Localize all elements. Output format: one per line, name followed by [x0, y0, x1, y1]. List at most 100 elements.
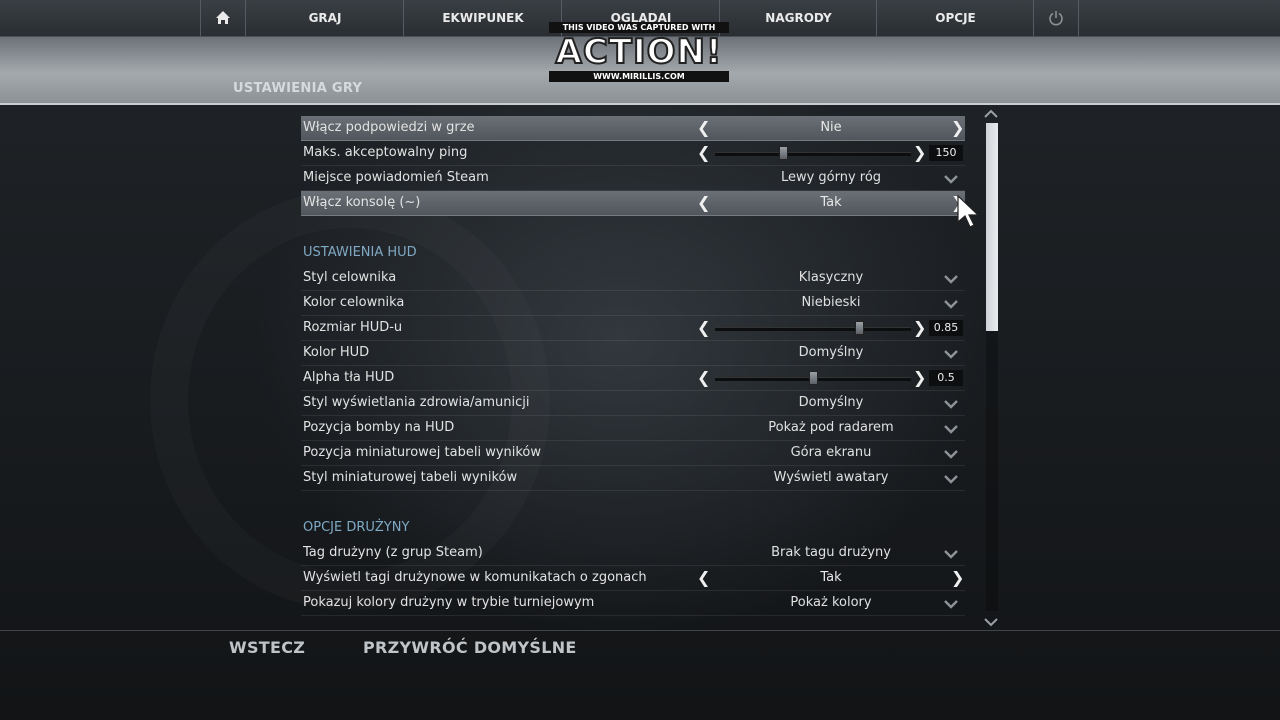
chevron-up-icon — [984, 109, 998, 118]
dropdown-value[interactable]: Brak tagu drużyny — [721, 541, 941, 565]
section-title-team: OPCJE DRUŻYNY — [303, 520, 410, 535]
chevron-down-icon — [944, 600, 958, 609]
setting-row: Styl miniaturowej tabeli wyników Wyświetl… — [301, 466, 965, 491]
setting-label: Styl wyświetlania zdrowia/amunicji — [303, 395, 530, 410]
slider-increase-button[interactable]: ❯ — [913, 141, 926, 165]
setting-label: Styl celownika — [303, 270, 397, 285]
scroll-down-button[interactable] — [982, 614, 1000, 628]
dropdown-toggle[interactable] — [943, 395, 959, 411]
setting-label: Alpha tła HUD — [303, 370, 395, 385]
capture-watermark: THIS VIDEO WAS CAPTURED WITH ACTION! WWW… — [549, 22, 729, 86]
chevron-down-icon — [944, 300, 958, 309]
setting-label: Rozmiar HUD-u — [303, 320, 403, 335]
dropdown-value[interactable]: Góra ekranu — [721, 441, 941, 465]
chevron-down-icon — [944, 175, 958, 184]
setting-label: Kolor HUD — [303, 345, 370, 360]
scrollbar-track[interactable] — [986, 123, 998, 611]
dropdown-toggle[interactable] — [943, 445, 959, 461]
home-button[interactable] — [200, 0, 245, 36]
arrow-left-button[interactable]: ❮ — [697, 566, 710, 590]
dropdown-toggle[interactable] — [943, 295, 959, 311]
setting-value: Tak — [820, 570, 842, 585]
dropdown-toggle[interactable] — [943, 420, 959, 436]
footer-divider — [0, 630, 1280, 631]
setting-row: Włącz konsolę (~)❮Tak❯ — [301, 191, 965, 216]
dropdown-toggle[interactable] — [943, 270, 959, 286]
chevron-down-icon — [944, 550, 958, 559]
nav-opcje[interactable]: OPCJE — [876, 0, 1034, 36]
setting-label: Styl miniaturowej tabeli wyników — [303, 470, 518, 485]
arrow-right-button[interactable]: ❯ — [951, 566, 964, 590]
arrow-left-button[interactable]: ❮ — [697, 116, 710, 140]
nav-ekwipunek[interactable]: EKWIPUNEK — [403, 0, 562, 36]
slider-decrease-button[interactable]: ❮ — [697, 316, 710, 340]
watermark-url: WWW.MIRILLIS.COM — [549, 71, 729, 82]
setting-label: Pokazuj kolory drużyny w trybie turniejo… — [303, 595, 595, 610]
setting-label: Miejsce powiadomień Steam — [303, 170, 489, 185]
setting-row: Styl celownika Klasyczny — [301, 266, 965, 291]
slider-thumb[interactable] — [855, 321, 865, 335]
nav-graj[interactable]: GRAJ — [245, 0, 404, 36]
slider-value: 0.85 — [929, 320, 963, 336]
slider-track[interactable] — [715, 152, 911, 156]
slider-decrease-button[interactable]: ❮ — [697, 366, 710, 390]
setting-label: Maks. akceptowalny ping — [303, 145, 468, 160]
setting-row: Pozycja miniaturowej tabeli wyników Góra … — [301, 441, 965, 466]
arrow-left-button[interactable]: ❮ — [697, 191, 710, 215]
dropdown-value[interactable]: Lewy górny róg — [721, 166, 941, 190]
slider-value: 0.5 — [929, 370, 963, 386]
dropdown-value[interactable]: Domyślny — [721, 341, 941, 365]
nav-nagrody[interactable]: NAGRODY — [719, 0, 877, 36]
slider-thumb[interactable] — [808, 371, 818, 385]
slider-increase-button[interactable]: ❯ — [913, 366, 926, 390]
watermark-logo-text: ACTION! — [555, 32, 723, 72]
scrollbar-thumb[interactable] — [986, 123, 998, 331]
setting-label: Włącz podpowiedzi w grze — [303, 120, 475, 135]
dropdown-value[interactable]: Klasyczny — [721, 266, 941, 290]
setting-row: Tag drużyny (z grup Steam) Brak tagu druż… — [301, 541, 965, 566]
chevron-down-icon — [984, 618, 998, 627]
dropdown-value[interactable]: Wyświetl awatary — [721, 466, 941, 490]
setting-row: Wyświetl tagi drużynowe w komunikatach o… — [301, 566, 965, 591]
setting-label: Włącz konsolę (~) — [303, 195, 421, 210]
power-icon — [1049, 11, 1063, 26]
setting-row: Kolor HUD Domyślny — [301, 341, 965, 366]
section-title-hud: USTAWIENIA HUD — [303, 245, 417, 260]
slider-track[interactable] — [715, 327, 911, 331]
dropdown-value[interactable]: Pokaż kolory — [721, 591, 941, 615]
home-icon — [216, 11, 230, 24]
restore-defaults-button[interactable]: PRZYWRÓĆ DOMYŚLNE — [363, 637, 577, 659]
arrow-right-button[interactable]: ❯ — [951, 116, 964, 140]
dropdown-value[interactable]: Pokaż pod radarem — [721, 416, 941, 440]
dropdown-toggle[interactable] — [943, 595, 959, 611]
slider-value: 150 — [929, 145, 963, 161]
setting-label: Pozycja miniaturowej tabeli wyników — [303, 445, 542, 460]
scroll-up-button[interactable] — [982, 106, 1000, 120]
dropdown-toggle[interactable] — [943, 470, 959, 486]
setting-row: Pozycja bomby na HUD Pokaż pod radarem — [301, 416, 965, 441]
dropdown-toggle[interactable] — [943, 170, 959, 186]
setting-row: Maks. akceptowalny ping ❮ ❯ 150 — [301, 141, 965, 166]
setting-value: Tak — [820, 195, 842, 210]
setting-label: Wyświetl tagi drużynowe w komunikatach o… — [303, 570, 647, 585]
slider-thumb[interactable] — [778, 146, 788, 160]
chevron-down-icon — [944, 425, 958, 434]
power-button[interactable] — [1033, 0, 1079, 36]
setting-row: Kolor celownika Niebieski — [301, 291, 965, 316]
setting-label: Pozycja bomby na HUD — [303, 420, 455, 435]
slider-decrease-button[interactable]: ❮ — [697, 141, 710, 165]
dropdown-value[interactable]: Niebieski — [721, 291, 941, 315]
chevron-down-icon — [944, 450, 958, 459]
back-button[interactable]: WSTECZ — [229, 637, 305, 659]
chevron-down-icon — [944, 400, 958, 409]
dropdown-toggle[interactable] — [943, 545, 959, 561]
setting-row: Styl wyświetlania zdrowia/amunicji Domyśl… — [301, 391, 965, 416]
dropdown-value[interactable]: Domyślny — [721, 391, 941, 415]
setting-row: Rozmiar HUD-u ❮ ❯ 0.85 — [301, 316, 965, 341]
setting-row: Alpha tła HUD ❮ ❯ 0.5 — [301, 366, 965, 391]
dropdown-toggle[interactable] — [943, 345, 959, 361]
setting-label: Tag drużyny (z grup Steam) — [303, 545, 483, 560]
mouse-cursor-icon — [957, 194, 980, 228]
chevron-down-icon — [944, 275, 958, 284]
slider-increase-button[interactable]: ❯ — [913, 316, 926, 340]
